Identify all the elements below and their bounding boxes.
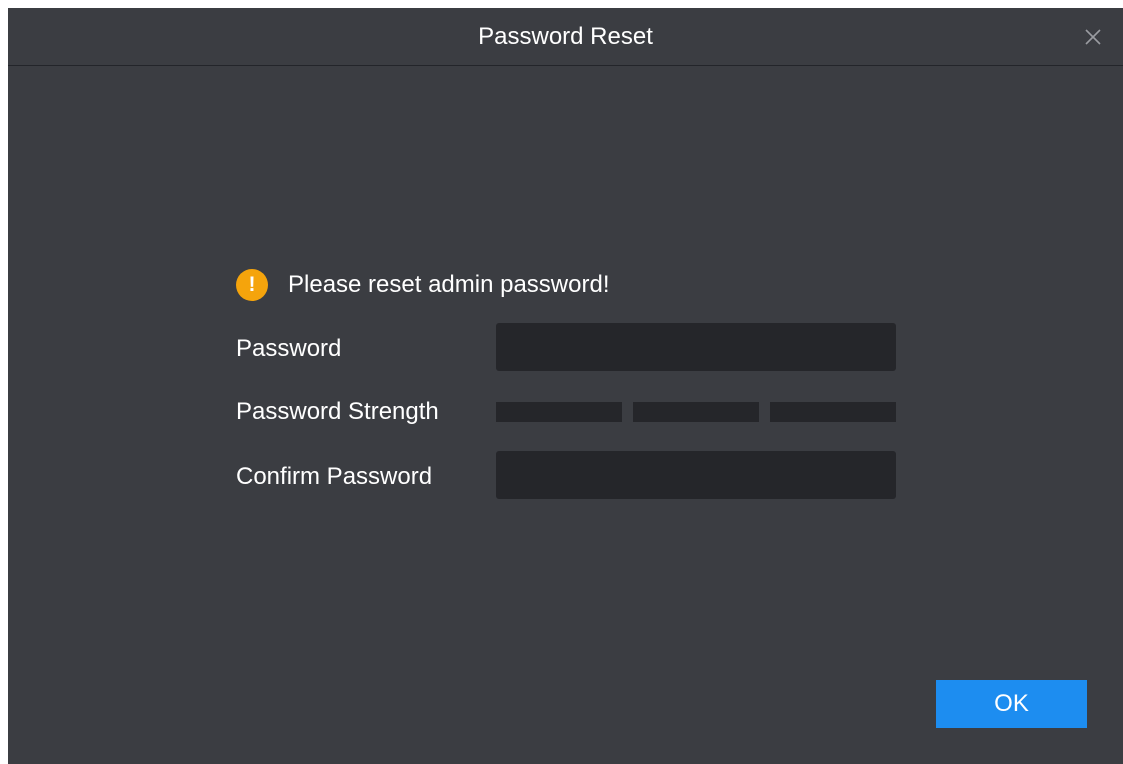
- password-strength-label: Password Strength: [236, 398, 439, 425]
- confirm-password-label: Confirm Password: [236, 463, 433, 490]
- close-icon[interactable]: [1081, 25, 1105, 49]
- dialog-title: Password Reset: [478, 23, 653, 50]
- password-label: Password: [236, 335, 342, 362]
- notice-text: Please reset admin password!: [288, 271, 610, 298]
- strength-segment-weak: [496, 402, 622, 422]
- password-input[interactable]: [496, 323, 896, 371]
- strength-segment-medium: [633, 402, 759, 422]
- strength-segment-strong: [770, 402, 896, 422]
- password-strength-meter: [496, 402, 896, 422]
- warning-icon: !: [236, 269, 268, 301]
- password-reset-dialog: Password Reset ! Please reset admin pass…: [8, 8, 1123, 764]
- ok-button[interactable]: OK: [936, 680, 1087, 728]
- confirm-password-input[interactable]: [496, 451, 896, 499]
- reset-notice: ! Please reset admin password!: [236, 269, 610, 301]
- dialog-titlebar: Password Reset: [8, 8, 1123, 66]
